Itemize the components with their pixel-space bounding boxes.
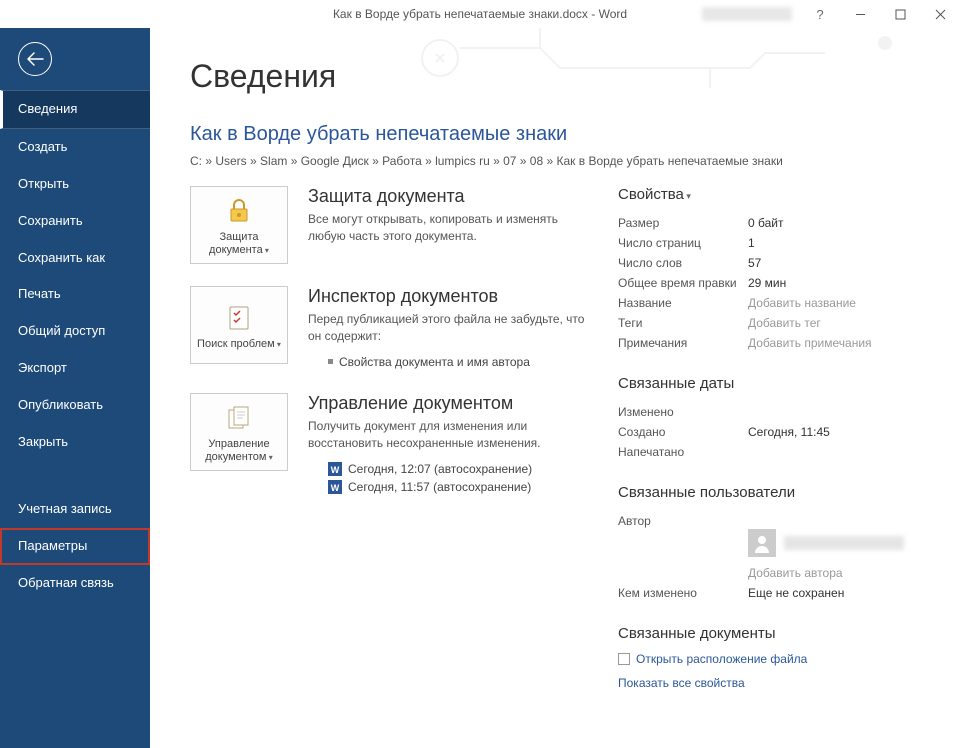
nav-publish[interactable]: Опубликовать bbox=[0, 387, 150, 424]
inspect-item: Свойства документа и имя автора bbox=[308, 353, 590, 371]
protect-section-desc: Все могут открывать, копировать и изменя… bbox=[308, 211, 590, 245]
word-doc-icon: W bbox=[328, 462, 342, 476]
backstage-sidebar: Сведения Создать Открыть Сохранить Сохра… bbox=[0, 28, 150, 748]
nav-options[interactable]: Параметры bbox=[0, 528, 150, 565]
prop-size-label: Размер bbox=[618, 216, 748, 230]
title-bar: Как в Ворде убрать непечатаемые знаки.do… bbox=[0, 0, 960, 28]
prop-pages-label: Число страниц bbox=[618, 236, 748, 250]
content-area: Сведения Как в Ворде убрать непечатаемые… bbox=[150, 28, 960, 748]
open-file-location[interactable]: Открыть расположение файла bbox=[618, 652, 930, 666]
help-button[interactable]: ? bbox=[800, 0, 840, 28]
nav-open[interactable]: Открыть bbox=[0, 166, 150, 203]
prop-title-label: Название bbox=[618, 296, 748, 310]
prop-lastmod-label: Кем изменено bbox=[618, 586, 748, 600]
nav-share[interactable]: Общий доступ bbox=[0, 313, 150, 350]
related-dates-heading: Связанные даты bbox=[618, 375, 930, 392]
protect-document-tile[interactable]: Защита документа bbox=[190, 186, 288, 264]
lock-icon bbox=[225, 195, 253, 227]
inspect-section-title: Инспектор документов bbox=[308, 286, 590, 307]
window-title: Как в Ворде убрать непечатаемые знаки.do… bbox=[333, 7, 627, 21]
nav-new[interactable]: Создать bbox=[0, 129, 150, 166]
nav-close[interactable]: Закрыть bbox=[0, 424, 150, 461]
prop-tags-label: Теги bbox=[618, 316, 748, 330]
version-item[interactable]: W Сегодня, 11:57 (автосохранение) bbox=[308, 478, 590, 496]
page-heading: Сведения bbox=[190, 58, 930, 95]
check-issues-tile[interactable]: Поиск проблем bbox=[190, 286, 288, 364]
svg-text:W: W bbox=[331, 483, 340, 493]
nav-save-as[interactable]: Сохранить как bbox=[0, 240, 150, 277]
prop-created-value: Сегодня, 11:45 bbox=[748, 425, 830, 439]
word-doc-icon: W bbox=[328, 480, 342, 494]
nav-info[interactable]: Сведения bbox=[0, 90, 150, 129]
properties-heading[interactable]: Свойства bbox=[618, 186, 930, 203]
inspect-item-text: Свойства документа и имя автора bbox=[339, 355, 530, 369]
documents-icon bbox=[225, 402, 253, 434]
author-entry[interactable] bbox=[748, 529, 930, 557]
avatar-icon bbox=[748, 529, 776, 557]
svg-text:W: W bbox=[331, 465, 340, 475]
maximize-button[interactable] bbox=[880, 0, 920, 28]
show-all-properties[interactable]: Показать все свойства bbox=[618, 676, 930, 690]
prop-notes-value[interactable]: Добавить примечания bbox=[748, 336, 872, 350]
manage-tile-label: Управление документом bbox=[195, 438, 283, 464]
user-account-redacted bbox=[702, 7, 792, 21]
nav-export[interactable]: Экспорт bbox=[0, 350, 150, 387]
prop-pages-value: 1 bbox=[748, 236, 755, 250]
version-text: Сегодня, 12:07 (автосохранение) bbox=[348, 462, 532, 476]
prop-created-label: Создано bbox=[618, 425, 748, 439]
nav-account[interactable]: Учетная запись bbox=[0, 491, 150, 528]
nav-print[interactable]: Печать bbox=[0, 276, 150, 313]
add-author-link[interactable]: Добавить автора bbox=[748, 566, 843, 580]
version-text: Сегодня, 11:57 (автосохранение) bbox=[348, 480, 531, 494]
prop-modified-label: Изменено bbox=[618, 405, 748, 419]
prop-notes-label: Примечания bbox=[618, 336, 748, 350]
inspect-tile-label: Поиск проблем bbox=[197, 338, 281, 351]
related-docs-heading: Связанные документы bbox=[618, 625, 930, 642]
prop-size-value: 0 байт bbox=[748, 216, 783, 230]
checklist-icon bbox=[225, 302, 253, 334]
version-item[interactable]: W Сегодня, 12:07 (автосохранение) bbox=[308, 460, 590, 478]
prop-printed-label: Напечатано bbox=[618, 445, 748, 459]
bullet-icon bbox=[328, 359, 333, 364]
author-name-redacted bbox=[784, 536, 904, 550]
manage-document-tile[interactable]: Управление документом bbox=[190, 393, 288, 471]
prop-words-value: 57 bbox=[748, 256, 761, 270]
nav-feedback[interactable]: Обратная связь bbox=[0, 565, 150, 602]
close-button[interactable] bbox=[920, 0, 960, 28]
prop-words-label: Число слов bbox=[618, 256, 748, 270]
prop-edittime-label: Общее время правки bbox=[618, 276, 748, 290]
nav-save[interactable]: Сохранить bbox=[0, 203, 150, 240]
prop-lastmod-value: Еще не сохранен bbox=[748, 586, 844, 600]
breadcrumb: C: » Users » Slam » Google Диск » Работа… bbox=[190, 154, 930, 168]
protect-tile-label: Защита документа bbox=[195, 231, 283, 257]
protect-section-title: Защита документа bbox=[308, 186, 590, 207]
prop-edittime-value: 29 мин bbox=[748, 276, 786, 290]
prop-author-label: Автор bbox=[618, 514, 748, 528]
back-button[interactable] bbox=[18, 42, 52, 76]
minimize-button[interactable] bbox=[840, 0, 880, 28]
folder-icon bbox=[618, 653, 630, 665]
inspect-section-desc: Перед публикацией этого файла не забудьт… bbox=[308, 311, 590, 345]
open-location-label: Открыть расположение файла bbox=[636, 652, 807, 666]
related-users-heading: Связанные пользователи bbox=[618, 484, 930, 501]
prop-title-value[interactable]: Добавить название bbox=[748, 296, 856, 310]
document-title: Как в Ворде убрать непечатаемые знаки bbox=[190, 123, 930, 146]
prop-tags-value[interactable]: Добавить тег bbox=[748, 316, 821, 330]
manage-section-title: Управление документом bbox=[308, 393, 590, 414]
manage-section-desc: Получить документ для изменения или восс… bbox=[308, 418, 590, 452]
